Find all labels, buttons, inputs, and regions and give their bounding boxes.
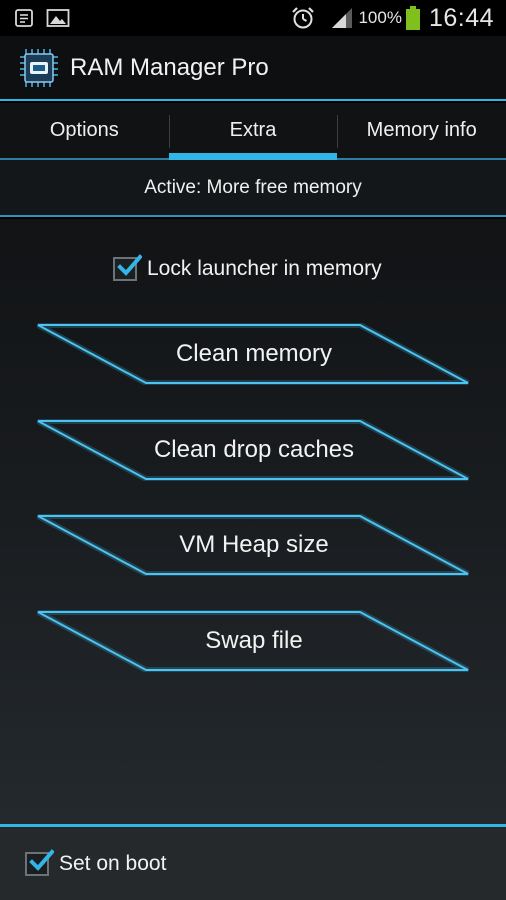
active-profile-status: Active: More free memory [0,160,506,217]
tab-bar: Options Extra Memory info [0,103,506,160]
clock: 16:44 [428,3,494,32]
swap-file-label: Swap file [205,627,303,654]
status-bar: 100% 16:44 [0,0,506,36]
app-title: RAM Manager Pro [70,53,269,81]
clean-memory-label: Clean memory [175,340,333,367]
image-icon [46,8,70,28]
vm-heap-size-button[interactable]: VM Heap size [36,514,472,576]
action-bar: RAM Manager Pro [0,36,506,101]
vm-heap-size-label: VM Heap size [179,531,329,558]
tab-label: Extra [229,119,277,141]
signal-icon [330,6,354,30]
lock-launcher-checkbox[interactable] [113,254,142,281]
lock-launcher-label: Lock launcher in memory [147,257,382,280]
chip-icon [16,45,62,91]
set-on-boot-label: Set on boot [59,852,167,875]
lock-launcher-checkbox-row[interactable]: Lock launcher in memory [113,254,382,281]
clean-drop-caches-label: Clean drop caches [153,436,355,463]
battery-percent: 100% [358,8,402,27]
tab-label: Options [49,119,119,141]
notes-icon [14,8,34,28]
tab-extra[interactable]: Extra [168,103,338,160]
clean-memory-button[interactable]: Clean memory [36,323,472,385]
swap-file-button[interactable]: Swap file [36,610,472,672]
set-on-boot-checkbox-row[interactable]: Set on boot [25,849,167,876]
checkmark-icon [117,254,142,276]
tab-memory-info[interactable]: Memory info [337,103,506,158]
checkmark-icon [29,849,54,871]
set-on-boot-checkbox[interactable] [25,849,54,876]
bottom-bar: Set on boot [0,824,506,900]
tab-options[interactable]: Options [0,103,169,158]
alarm-icon [290,5,316,31]
battery-icon [405,5,421,31]
main-panel: Lock launcher in memory Clean memory Cle… [0,219,506,824]
tab-label: Memory info [366,119,477,141]
active-profile-text: Active: More free memory [144,176,362,198]
clean-drop-caches-button[interactable]: Clean drop caches [36,419,472,481]
